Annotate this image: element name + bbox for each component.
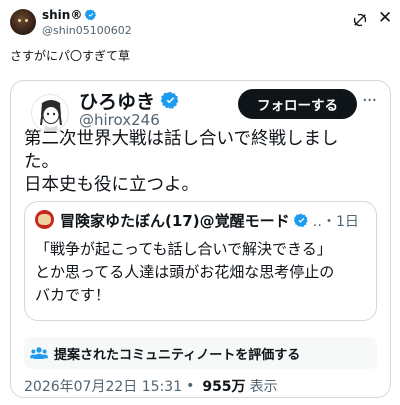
author-handle[interactable]: @hirox246: [79, 111, 160, 129]
author-name-row[interactable]: ひろゆき: [79, 87, 180, 114]
quote-text-line: 「戦争が起こっても話し合いで解決できる」: [35, 240, 332, 258]
tweet-text-line: 第二次世界大戦は話し合いで終戦しまし: [24, 129, 339, 149]
embedded-tweet-card[interactable]: ひろゆき @hirox246 フォローする ··· 第二次世界大戦は話し合いで終…: [10, 80, 391, 398]
outer-handle[interactable]: @shin05100602: [42, 24, 132, 37]
quote-author-avatar[interactable]: [35, 210, 54, 229]
tweet-text-line: た。: [24, 152, 59, 172]
community-note-button[interactable]: 提案されたコミュニティノートを評価する: [24, 337, 377, 369]
view-count: 955万: [202, 379, 246, 395]
verified-badge-icon: [293, 213, 308, 228]
avatar-eye: [25, 19, 28, 22]
community-notes-icon: [30, 347, 48, 359]
avatar-eye: [18, 19, 21, 22]
close-icon[interactable]: ✕: [378, 10, 392, 27]
author-name[interactable]: ひろゆき: [79, 87, 155, 114]
community-note-label: 提案されたコミュニティノートを評価する: [54, 347, 301, 363]
grok-icon[interactable]: [352, 12, 368, 28]
quoted-tweet[interactable]: 冒険家ゆたぼん(17)@覚醒モード ‥・1日 「戦争が起こっても話し合いで解決で…: [24, 201, 377, 321]
author-avatar[interactable]: [31, 94, 69, 132]
outer-author-row[interactable]: shin®: [42, 8, 97, 22]
verified-badge-icon: [85, 9, 97, 21]
outer-display-name[interactable]: shin®: [42, 8, 82, 22]
tweet-text: 第二次世界大戦は話し合いで終戦しまし た。 日本史も役に立つよ。: [24, 128, 384, 197]
outer-avatar[interactable]: [10, 9, 36, 35]
quote-meta: ‥・1日: [312, 213, 359, 230]
verified-badge-icon: [161, 91, 179, 110]
quote-author-row[interactable]: 冒険家ゆたぼん(17)@覚醒モード ‥・1日: [60, 210, 359, 231]
tweet-text-line: 日本史も役に立つよ。: [24, 175, 199, 195]
quote-text-line: とか思ってる人達は頭がお花畑な思考停止の: [35, 263, 335, 281]
more-icon[interactable]: ···: [362, 90, 377, 111]
meta-separator: •: [186, 378, 195, 394]
quote-text-line: バカです！: [35, 286, 111, 304]
quote-author-name[interactable]: 冒険家ゆたぼん(17)@覚醒モード: [60, 210, 290, 231]
view-count-label: 表示: [249, 379, 278, 395]
tweet-timestamp[interactable]: 2026年07月22日 15:31: [24, 376, 182, 396]
avatar-face: [38, 214, 51, 225]
author-avatar-illustration: [40, 100, 62, 131]
quote-text: 「戦争が起こっても話し合いで解決できる」 とか思ってる人達は頭がお花畑な思考停止…: [35, 238, 375, 307]
follow-button[interactable]: フォローする: [238, 89, 357, 119]
tweet-meta-row: 2026年07月22日 15:31 • 955万 表示: [24, 376, 278, 396]
outer-tweet-text: さすがにパ〇すぎて草: [10, 49, 131, 63]
